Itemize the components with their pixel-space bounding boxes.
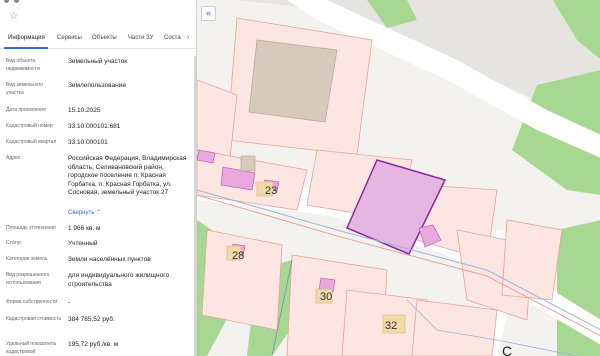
collapse-link[interactable]: Свернуть: [68, 210, 94, 216]
cadastral-map[interactable]: 23 28 30 32 « С: [196, 0, 600, 356]
field-value: 384 785,52 руб.: [68, 316, 115, 323]
collapse-panel-button[interactable]: «: [201, 6, 216, 21]
tab-composition[interactable]: Соста: [164, 35, 181, 41]
active-tab-indicator: [4, 47, 48, 49]
map-label-fragment: С: [502, 343, 513, 356]
field-label: Кадастровый номер: [6, 123, 53, 129]
shed-footprint: [240, 155, 256, 172]
field-label: Вид земельного участка: [6, 82, 44, 96]
field-value: 1 966 кв. м: [68, 225, 101, 232]
field-value: Российская Федерация, Владимирская облас…: [68, 155, 187, 197]
building-footprint: [248, 39, 338, 123]
tab-bar: Информация Сервисы Объекты Части ЗУ Сост…: [0, 31, 196, 49]
tab-objects[interactable]: Объекты: [92, 35, 117, 41]
tab-services[interactable]: Сервисы: [57, 35, 82, 41]
panel-top-fragment: [0, 0, 196, 6]
field-label: Удельный показатель кадастровой: [6, 341, 57, 355]
nav-dot-icon: [14, 0, 19, 3]
field-value: 15.10.2025: [68, 107, 101, 114]
field-value[interactable]: 33:10:000101:681: [68, 123, 188, 132]
field-value: -: [68, 299, 71, 306]
field-label: Вид объекта недвижимости: [6, 58, 40, 72]
field-label: Адрес: [6, 155, 21, 161]
field-value: для индивидуального жилищного строительс…: [68, 272, 170, 288]
house-number: 28: [232, 250, 244, 262]
nav-dot-icon: [4, 0, 9, 3]
field-value: Земли населённых пунктов: [68, 256, 151, 263]
field-value: Учтенный: [68, 240, 98, 247]
tabs-scroll-right-icon[interactable]: ›: [187, 34, 189, 41]
field-label: Вид разрешенного использования: [6, 272, 50, 286]
field-value[interactable]: 33:10:000101: [68, 139, 188, 148]
field-label: Кадастровая стоимость: [6, 316, 62, 322]
house-number: 30: [320, 291, 332, 303]
field-label: Кадастровый квартал: [6, 139, 57, 145]
field-label: Дата присвоения: [6, 107, 46, 113]
house-number: 23: [265, 185, 277, 197]
info-panel: ☆ Информация Сервисы Объекты Части ЗУ Со…: [0, 0, 196, 356]
field-label: Площадь уточненная: [6, 225, 56, 231]
tab-parcel-parts[interactable]: Части ЗУ: [128, 35, 153, 41]
house-number: 32: [385, 320, 397, 332]
field-value: Землепользование: [68, 82, 126, 89]
tab-information[interactable]: Информация: [8, 35, 45, 41]
field-label: Форма собственности: [6, 299, 58, 305]
field-label: Статус: [6, 240, 22, 246]
chevron-up-icon[interactable]: ⌃: [96, 210, 101, 216]
map-canvas[interactable]: 23 28 30 32: [197, 0, 600, 356]
field-label: Категория земель: [6, 256, 48, 262]
field-value: Земельный участок: [68, 58, 128, 65]
field-value: 195,72 руб./кв. м: [68, 341, 119, 348]
favorite-star-icon[interactable]: ☆: [9, 10, 19, 22]
